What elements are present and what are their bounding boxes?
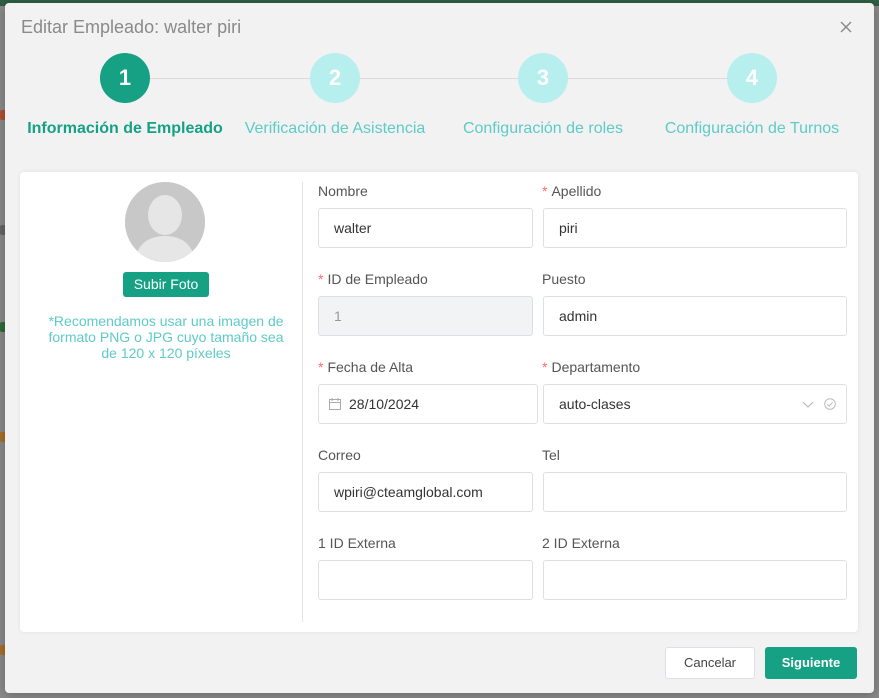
- stepper: 1 Información de Empleado 2 Verificación…: [5, 53, 874, 163]
- email-input[interactable]: wpiri@cteamglobal.com: [318, 472, 533, 512]
- employee-info-card: Subir Foto *Recomendamos usar una imagen…: [20, 172, 858, 632]
- step-attendance-verification[interactable]: 2 Verificación de Asistencia: [230, 53, 440, 138]
- photo-hint: *Recomendamos usar una imagen de formato…: [48, 313, 284, 361]
- step-roles-config[interactable]: 3 Configuración de roles: [438, 53, 648, 138]
- step-label: Verificación de Asistencia: [244, 120, 426, 137]
- apellido-input[interactable]: piri: [543, 208, 847, 248]
- department-label: * Departamento: [542, 359, 641, 375]
- cancel-button[interactable]: Cancelar: [665, 647, 755, 679]
- employee-id-label: * ID de Empleado: [318, 271, 428, 287]
- upload-photo-button[interactable]: Subir Foto: [123, 272, 209, 297]
- step-number: 4: [727, 53, 777, 103]
- step-number: 2: [310, 53, 360, 103]
- department-value: auto-clases: [559, 396, 631, 412]
- step-label: Información de Empleado: [27, 120, 223, 137]
- step-number: 3: [518, 53, 568, 103]
- external-id-1-label: 1 ID Externa: [318, 535, 396, 551]
- step-shifts-config[interactable]: 4 Configuración de Turnos: [647, 53, 857, 138]
- nombre-label: Nombre: [318, 183, 368, 199]
- external-id-2-input[interactable]: [543, 560, 847, 600]
- department-select[interactable]: auto-clases: [543, 384, 847, 424]
- nombre-input[interactable]: walter: [318, 208, 533, 248]
- email-label: Correo: [318, 447, 361, 463]
- step-employee-info[interactable]: 1 Información de Empleado: [20, 53, 230, 138]
- panel-divider: [302, 182, 303, 622]
- external-id-2-label: 2 ID Externa: [542, 535, 620, 551]
- phone-label: Tel: [542, 447, 560, 463]
- step-label: Configuración de Turnos: [664, 120, 840, 137]
- step-label: Configuración de roles: [462, 120, 624, 137]
- dialog-title: Editar Empleado: walter piri: [21, 17, 242, 37]
- close-button[interactable]: [836, 17, 856, 37]
- avatar: [125, 182, 205, 262]
- phone-input[interactable]: [543, 472, 847, 512]
- dialog-header: Editar Empleado: walter piri: [5, 3, 874, 53]
- close-icon: [840, 21, 852, 33]
- external-id-1-input[interactable]: [318, 560, 533, 600]
- edit-employee-dialog: Editar Empleado: walter piri 1 Informaci…: [5, 3, 874, 693]
- step-number: 1: [100, 53, 150, 103]
- employee-id-input: 1: [318, 296, 533, 336]
- hire-date-picker[interactable]: 28/10/2024: [318, 384, 538, 424]
- hire-date-label: * Fecha de Alta: [318, 359, 414, 375]
- check-circle-icon: [824, 398, 836, 410]
- user-silhouette-icon: [125, 182, 205, 262]
- photo-panel: Subir Foto *Recomendamos usar una imagen…: [20, 172, 302, 632]
- calendar-icon: [329, 398, 341, 410]
- puesto-label: Puesto: [542, 271, 586, 287]
- puesto-input[interactable]: admin: [543, 296, 847, 336]
- next-button[interactable]: Siguiente: [765, 647, 857, 679]
- hire-date-value: 28/10/2024: [349, 396, 420, 412]
- chevron-down-icon: [802, 401, 814, 408]
- apellido-label: * Apellido: [542, 183, 602, 199]
